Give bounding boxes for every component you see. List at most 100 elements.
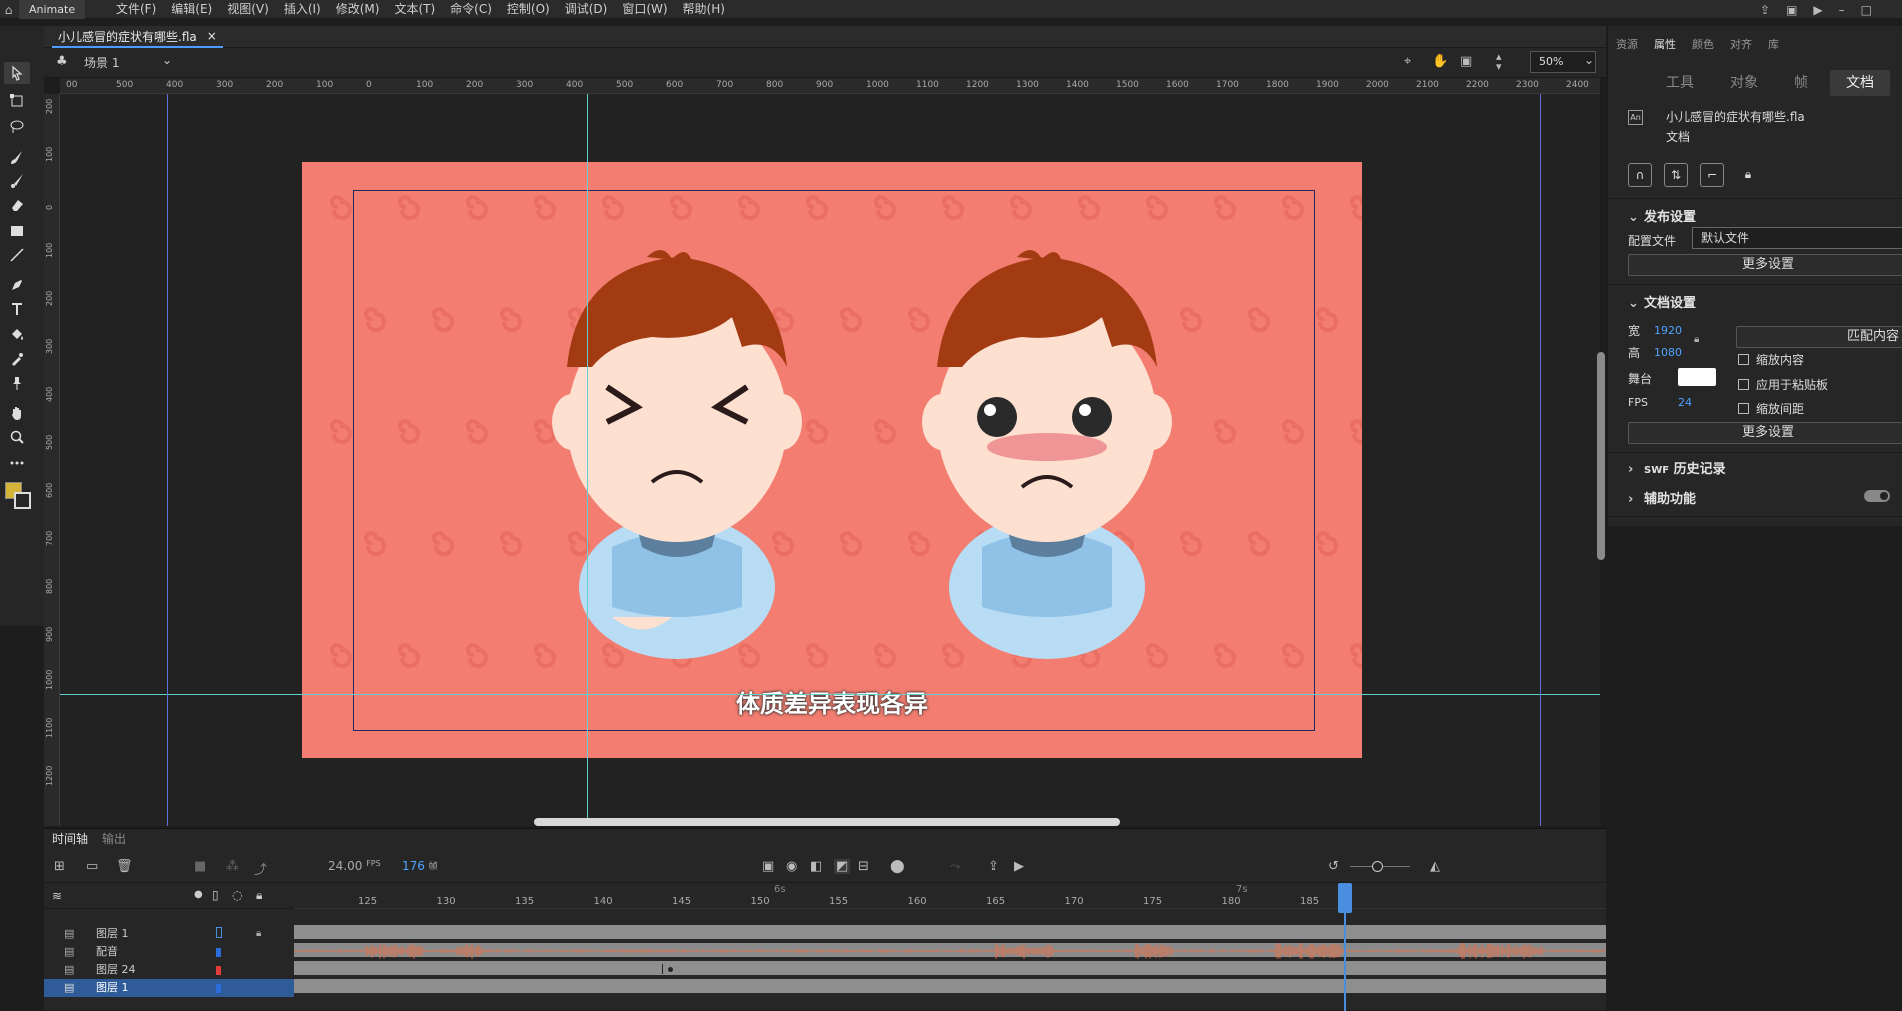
timeline-zoom-handle[interactable] bbox=[1372, 861, 1383, 872]
new-layer-icon[interactable]: ⊞ bbox=[54, 859, 65, 874]
onion-skin-icon[interactable]: ◩ bbox=[834, 859, 851, 874]
new-folder-icon[interactable]: ▭ bbox=[86, 859, 98, 874]
brush-icon[interactable] bbox=[4, 146, 30, 168]
timeline-play-icon[interactable]: ▶ bbox=[1014, 859, 1024, 874]
insert-frame-icon[interactable]: ⊟ bbox=[858, 859, 869, 874]
swf-history-header[interactable]: › SWF 历史记录 bbox=[1628, 458, 1726, 477]
line-tool-icon[interactable] bbox=[4, 244, 30, 266]
timeline-zoom-max-icon[interactable]: ◭ bbox=[1430, 859, 1440, 874]
accessibility-header[interactable]: › 辅助功能 bbox=[1628, 488, 1696, 507]
publish-more-settings-button[interactable]: 更多设置 bbox=[1628, 254, 1902, 276]
more-tools-icon[interactable] bbox=[4, 452, 30, 474]
horizontal-scrollbar[interactable] bbox=[534, 818, 1120, 826]
menu-text[interactable]: 文本(T) bbox=[394, 0, 435, 19]
document-settings-header[interactable]: ⌄ 文档设置 bbox=[1628, 292, 1696, 311]
camera-icon[interactable]: ■ bbox=[194, 859, 206, 874]
paint-bucket-icon[interactable] bbox=[4, 324, 30, 346]
tab-align[interactable]: 对齐 bbox=[1730, 36, 1752, 56]
link-dimensions-icon[interactable]: 🔒︎ bbox=[1694, 334, 1699, 345]
subtab-object[interactable]: 对象 bbox=[1716, 70, 1772, 96]
eraser-icon[interactable] bbox=[4, 194, 30, 216]
width-value[interactable]: 1920 bbox=[1654, 324, 1682, 337]
lasso-icon[interactable] bbox=[4, 116, 30, 138]
frame-track[interactable] bbox=[294, 925, 1606, 941]
profile-select[interactable]: 默认文件 bbox=[1692, 227, 1902, 249]
menu-commands[interactable]: 命令(C) bbox=[450, 0, 492, 19]
tab-properties[interactable]: 属性 bbox=[1654, 36, 1676, 56]
frame-track[interactable] bbox=[294, 961, 1606, 977]
menu-control[interactable]: 控制(O) bbox=[507, 0, 550, 19]
close-icon[interactable]: × bbox=[207, 29, 217, 43]
playhead[interactable] bbox=[1344, 883, 1346, 1011]
graph-icon[interactable]: ⤴ bbox=[254, 859, 267, 878]
keyframe-marker[interactable] bbox=[668, 967, 673, 972]
menu-edit[interactable]: 编辑(E) bbox=[171, 0, 212, 19]
stage-color-swatch[interactable] bbox=[1678, 368, 1716, 386]
rotate-stage-icon[interactable]: ✋ bbox=[1432, 54, 1448, 69]
zoom-dropdown-icon[interactable]: ⌄ bbox=[1584, 53, 1594, 67]
parenting-icon[interactable]: ⁂ bbox=[226, 859, 239, 874]
guide-horizontal[interactable] bbox=[60, 694, 1600, 695]
layer-color[interactable] bbox=[216, 966, 221, 975]
keyframe-icon[interactable]: ▣ bbox=[762, 859, 774, 874]
audio-frame-track[interactable] bbox=[293, 943, 1606, 959]
menu-modify[interactable]: 修改(M) bbox=[336, 0, 380, 19]
frame-ruler[interactable]: 6s 7s 125 130 135 140 145 150 155 160 165 170 175 1… bbox=[294, 883, 1606, 909]
chevron-down-icon[interactable]: ⌄ bbox=[162, 53, 172, 67]
layer-name[interactable]: 配音 bbox=[96, 943, 118, 961]
lock-icon[interactable]: 🔒︎ bbox=[1736, 163, 1760, 187]
pin-tool-icon[interactable] bbox=[4, 372, 30, 394]
apply-pasteboard-checkbox[interactable] bbox=[1738, 379, 1749, 390]
text-tool-icon[interactable] bbox=[4, 298, 30, 320]
subtab-frame[interactable]: 帧 bbox=[1776, 70, 1826, 96]
lock-layers-icon[interactable]: 🔒︎ bbox=[256, 888, 262, 903]
paint-brush-icon[interactable] bbox=[4, 170, 30, 192]
layer-row-selected[interactable]: ▤ 图层 1 bbox=[44, 979, 294, 997]
menu-view[interactable]: 视图(V) bbox=[227, 0, 269, 19]
accessibility-toggle[interactable] bbox=[1864, 490, 1890, 502]
tab-assets[interactable]: 资源 bbox=[1616, 36, 1638, 56]
menu-file[interactable]: 文件(F) bbox=[116, 0, 156, 19]
layer-row[interactable]: ▤ 图层 24 bbox=[44, 961, 294, 979]
fill-color-swatch[interactable] bbox=[14, 492, 31, 509]
blank-keyframe-icon[interactable]: ◉ bbox=[786, 859, 797, 874]
pen-tool-icon[interactable] bbox=[4, 274, 30, 296]
zoom-stepper-icon[interactable]: ▴ ▾ bbox=[1496, 51, 1502, 72]
vertical-scrollbar[interactable] bbox=[1597, 352, 1605, 560]
layout-icon[interactable]: ▣ bbox=[1786, 3, 1797, 17]
stage-resize-icon[interactable]: ⌐ bbox=[1700, 163, 1724, 187]
tab-timeline[interactable]: 时间轴 bbox=[52, 829, 88, 849]
boy-squinting-illustration[interactable] bbox=[552, 247, 802, 667]
tab-library[interactable]: 库 bbox=[1768, 36, 1779, 56]
layer-outline-color[interactable] bbox=[216, 927, 222, 938]
pasteboard[interactable]: 体质差异表现各异 bbox=[60, 94, 1600, 826]
clip-stage-icon[interactable]: ▣ bbox=[1460, 54, 1472, 69]
highlight-layers-icon[interactable]: ● bbox=[194, 889, 203, 900]
minimize-icon[interactable]: – bbox=[1839, 3, 1845, 17]
document-more-settings-button[interactable]: 更多设置 bbox=[1628, 422, 1902, 444]
scale-content-checkbox[interactable] bbox=[1738, 354, 1749, 365]
tween-icon[interactable]: ⬤ bbox=[890, 859, 905, 874]
height-value[interactable]: 1080 bbox=[1654, 346, 1682, 359]
tab-output[interactable]: 输出 bbox=[102, 829, 126, 849]
center-stage-icon[interactable]: ⌖ bbox=[1404, 54, 1411, 69]
hand-tool-icon[interactable] bbox=[4, 402, 30, 424]
subtab-tool[interactable]: 工具 bbox=[1652, 70, 1708, 96]
layer-lock-icon[interactable]: 🔒︎ bbox=[256, 925, 261, 943]
edit-symbol-icon[interactable]: ⇅ bbox=[1664, 163, 1688, 187]
tab-color[interactable]: 颜色 bbox=[1692, 36, 1714, 56]
ease-icon[interactable]: ⤳ bbox=[950, 859, 960, 874]
layer-color[interactable] bbox=[216, 948, 221, 957]
publish-settings-header[interactable]: ⌄ 发布设置 bbox=[1628, 206, 1696, 225]
layer-name[interactable]: 图层 1 bbox=[96, 979, 129, 997]
home-icon[interactable]: ⌂ bbox=[0, 0, 17, 19]
menu-insert[interactable]: 插入(I) bbox=[284, 0, 321, 19]
delete-icon[interactable]: 🗑︎ bbox=[116, 859, 133, 874]
loop-icon[interactable]: ⇪ bbox=[988, 859, 999, 874]
layer-row[interactable]: ▤ 图层 1 🔒︎ bbox=[44, 925, 294, 943]
menu-debug[interactable]: 调试(D) bbox=[565, 0, 608, 19]
zoom-tool-icon[interactable] bbox=[4, 426, 30, 448]
play-icon[interactable]: ▶ bbox=[1813, 3, 1822, 17]
layer-name[interactable]: 图层 1 bbox=[96, 925, 129, 943]
stage-subtitle[interactable]: 体质差异表现各异 bbox=[302, 684, 1362, 719]
